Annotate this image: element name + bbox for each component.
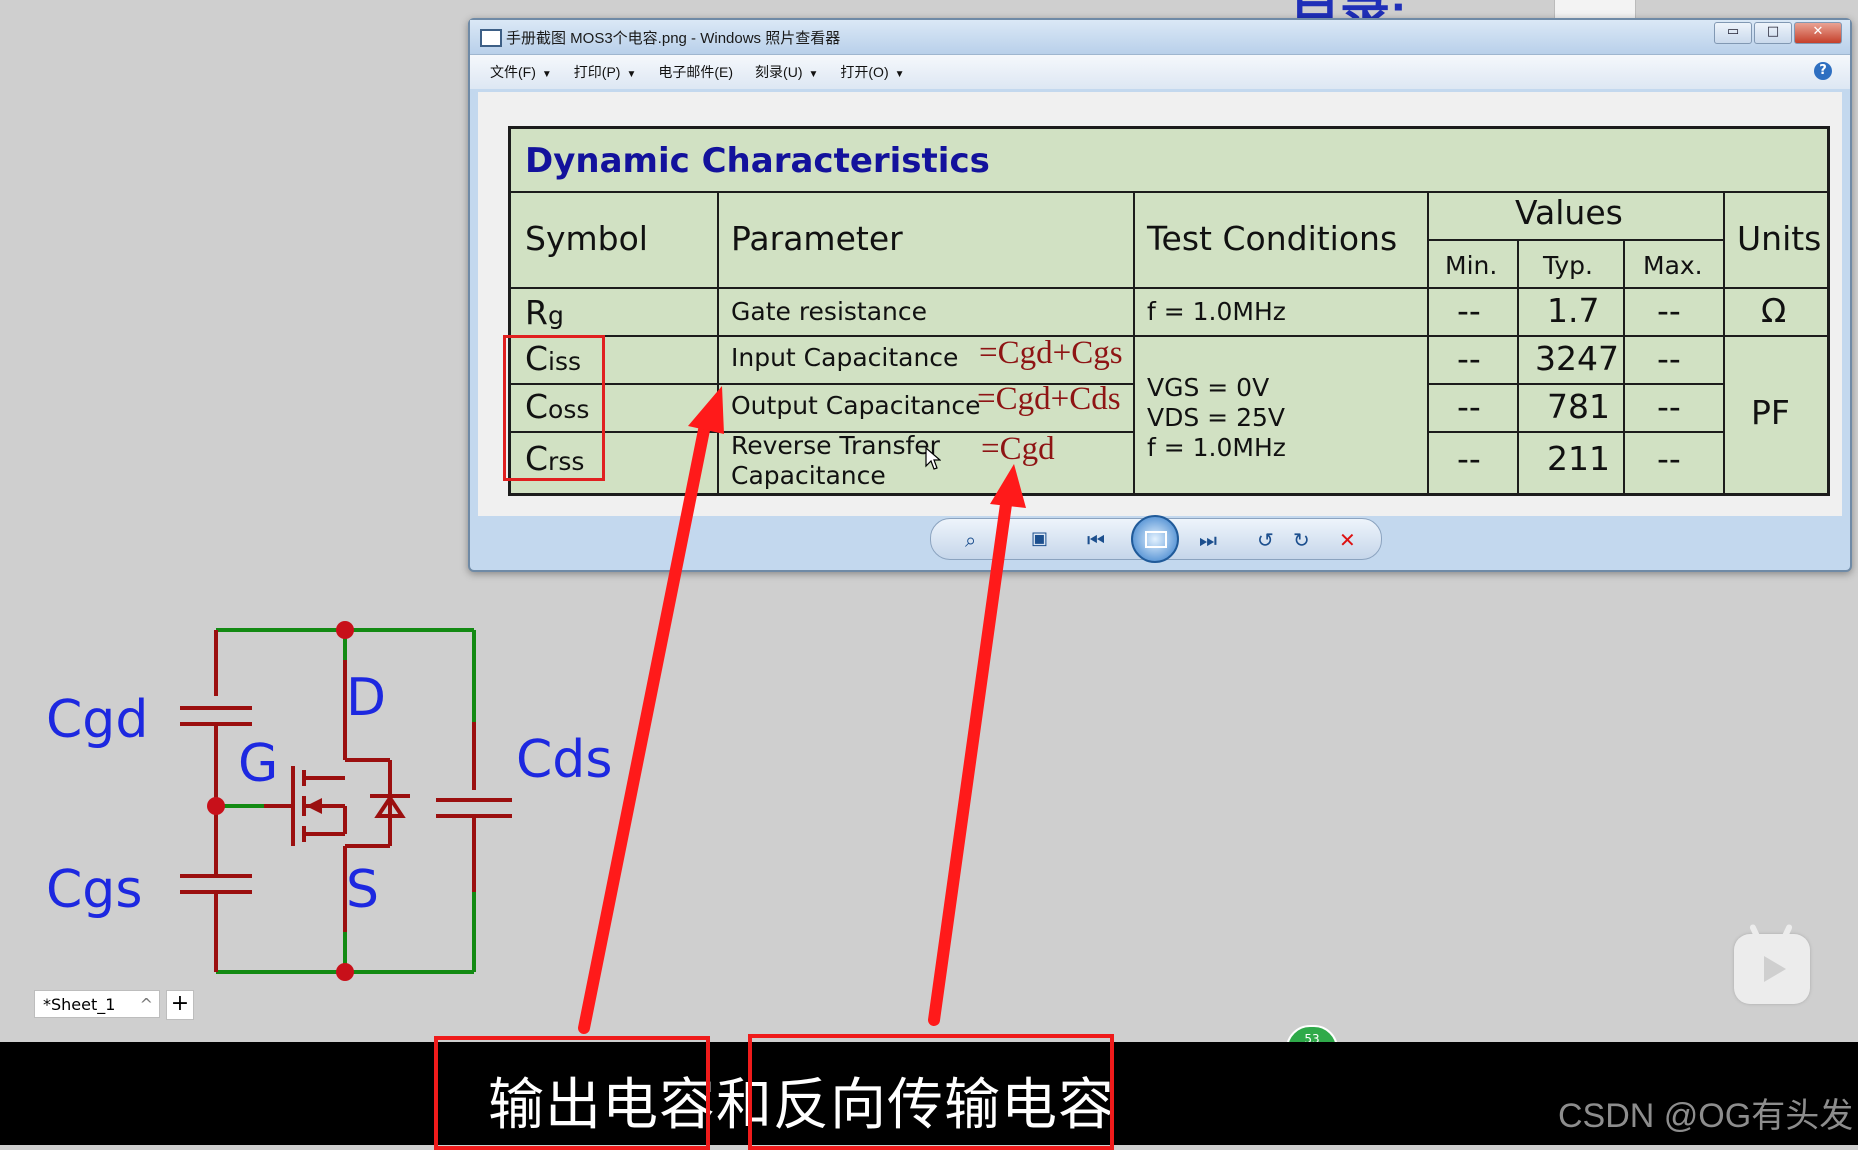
video-play-badge[interactable] <box>1734 923 1810 1004</box>
arrow-to-reverse-capacitance <box>928 484 1014 1026</box>
chevron-up-icon: ^ <box>139 995 153 1014</box>
arrow-to-output-capacitance <box>578 414 712 1034</box>
arrowhead <box>688 386 724 434</box>
sheet-tab[interactable]: *Sheet_1 ^ <box>34 990 160 1018</box>
arrowhead <box>990 464 1026 508</box>
subtitle-highlight-left <box>434 1036 710 1150</box>
arrow-overlay <box>578 386 1026 1034</box>
play-icon <box>1764 956 1786 982</box>
add-sheet-button[interactable]: + <box>166 990 194 1020</box>
sheet-tab-label: *Sheet_1 <box>43 995 116 1014</box>
subtitle-highlight-right <box>748 1034 1114 1150</box>
watermark: CSDN @OG有头发 <box>1558 1097 1854 1135</box>
